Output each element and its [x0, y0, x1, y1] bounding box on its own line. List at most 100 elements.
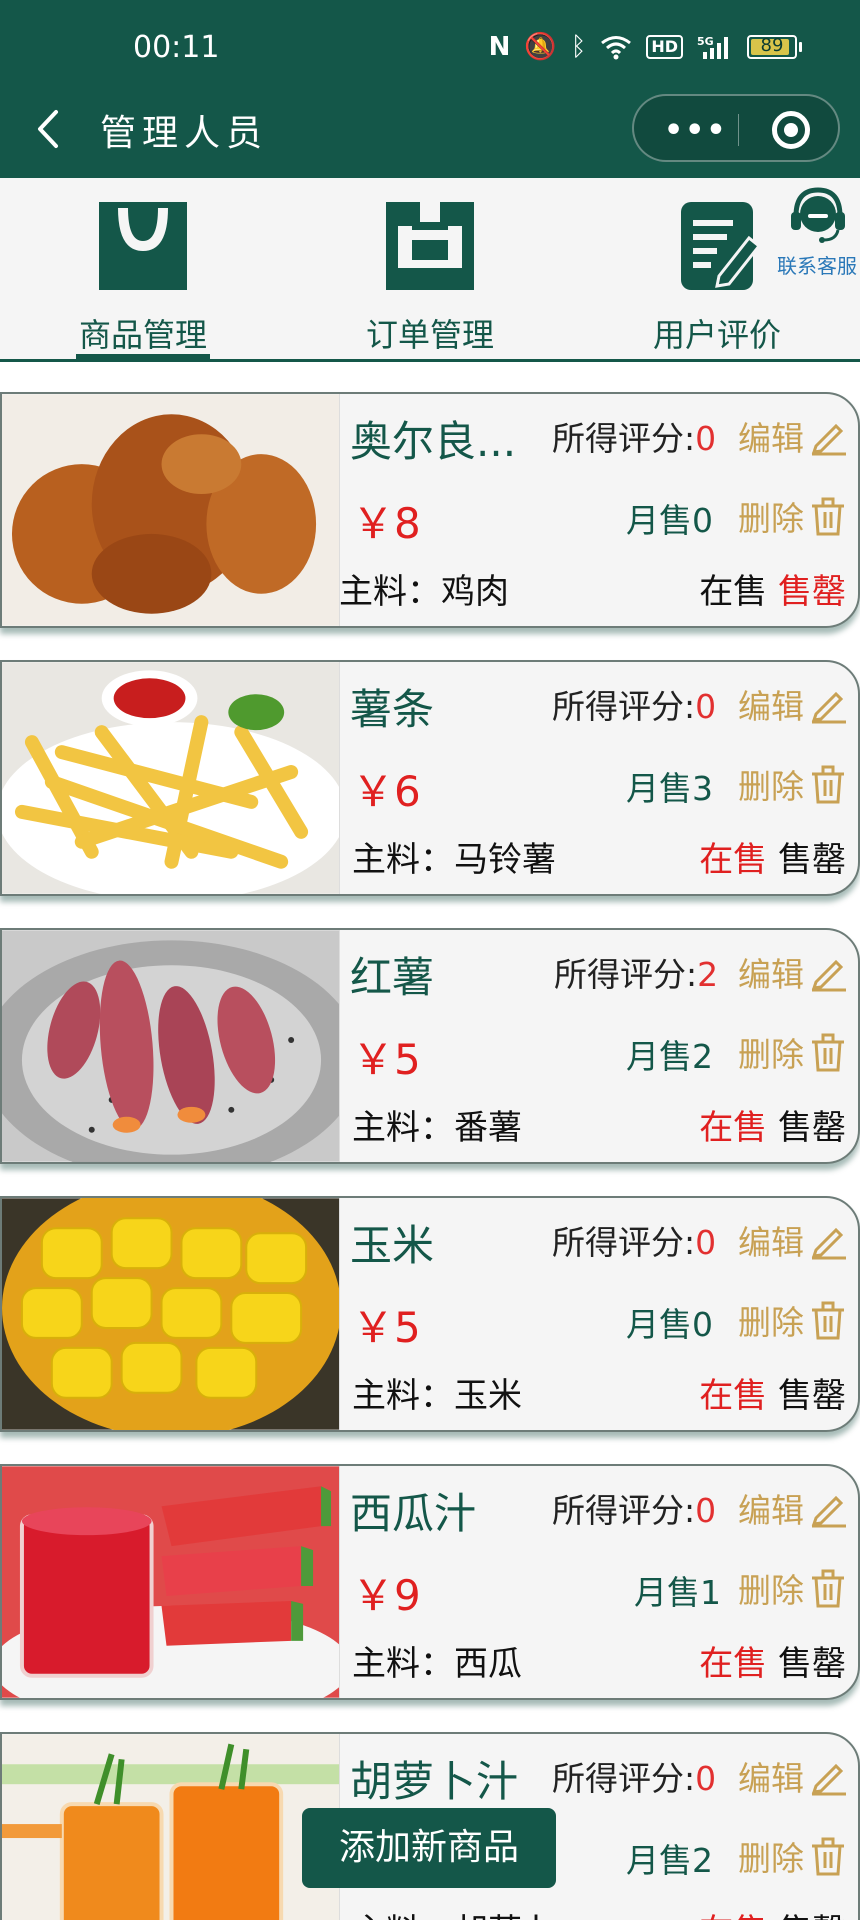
tab-order-management[interactable]: 订单管理: [330, 198, 530, 358]
product-price: ￥5: [352, 1303, 421, 1352]
on-sale-toggle[interactable]: 在售: [699, 1108, 767, 1148]
on-sale-toggle[interactable]: 在售: [699, 1912, 767, 1920]
tab-label: 商品管理: [78, 316, 207, 354]
wifi-icon: [601, 36, 632, 60]
product-image-watermelon-juice: [2, 1466, 340, 1698]
score-value: 0: [695, 1223, 717, 1262]
add-product-button[interactable]: 添加新商品: [302, 1808, 556, 1888]
pencil-icon: [811, 1763, 846, 1796]
product-image-fried-chicken: [2, 394, 340, 626]
hd-badge: HD: [646, 35, 683, 59]
sale-status: 在售 售罄: [699, 564, 846, 613]
product-name: 玉米: [350, 1221, 435, 1270]
delete-button[interactable]: 删除: [738, 492, 848, 540]
sold-out-toggle[interactable]: 售罄: [778, 1644, 846, 1684]
battery-level: 89: [760, 35, 784, 56]
score-label: 所得评分:0: [552, 419, 717, 458]
product-card: 玉米 所得评分:0 编辑 ￥5 月售0 删除 主料：玉米 在售 售罄: [0, 1196, 860, 1432]
sold-out-toggle[interactable]: 售罄: [778, 572, 846, 612]
edit-button[interactable]: 编辑: [738, 1484, 848, 1532]
edit-button[interactable]: 编辑: [738, 412, 848, 460]
score-label: 所得评分:2: [554, 955, 719, 994]
monthly-sales: 月售2: [626, 1841, 713, 1880]
back-arrow-icon[interactable]: [28, 104, 68, 154]
pencil-icon: [811, 1495, 846, 1528]
product-image-sweet-potato: [2, 930, 340, 1162]
delete-button[interactable]: 删除: [738, 1028, 848, 1076]
nfc-icon: N: [488, 32, 511, 62]
mute-icon: 🔕: [524, 32, 557, 62]
product-name: 奥尔良...: [350, 417, 517, 466]
on-sale-toggle[interactable]: 在售: [699, 572, 767, 612]
sale-status: 在售 售罄: [699, 1636, 846, 1685]
trash-icon: [812, 1837, 844, 1876]
monthly-sales: 月售2: [626, 1037, 713, 1076]
score-label: 所得评分:0: [552, 1223, 717, 1262]
monthly-sales: 月售3: [626, 769, 713, 808]
delete-button[interactable]: 删除: [738, 1832, 848, 1880]
delete-button[interactable]: 删除: [738, 1564, 848, 1612]
edit-button[interactable]: 编辑: [738, 680, 848, 728]
order-list-icon: [386, 202, 474, 290]
sold-out-toggle[interactable]: 售罄: [778, 840, 846, 880]
main-ingredient: 主料：马铃薯: [352, 840, 556, 880]
main-ingredient: 主料：胡萝卜: [352, 1904, 556, 1920]
review-edit-icon: [681, 202, 762, 290]
score-value: 0: [695, 419, 717, 458]
score-label: 所得评分:0: [552, 687, 717, 726]
sold-out-toggle[interactable]: 售罄: [778, 1912, 846, 1920]
pencil-icon: [811, 1227, 846, 1260]
sale-status: 在售 售罄: [699, 1904, 846, 1920]
sold-out-toggle[interactable]: 售罄: [778, 1108, 846, 1148]
contact-support[interactable]: 联系客服: [772, 182, 860, 282]
tab-product-management[interactable]: 商品管理: [43, 198, 243, 358]
more-options-icon[interactable]: •••: [664, 113, 728, 148]
sale-status: 在售 售罄: [699, 1368, 846, 1417]
trash-icon: [812, 497, 844, 536]
product-name: 红薯: [350, 953, 435, 1002]
product-image-corn: [2, 1198, 340, 1430]
edit-button[interactable]: 编辑: [738, 1752, 848, 1800]
trash-icon: [812, 1033, 844, 1072]
monthly-sales: 月售0: [626, 1305, 713, 1344]
trash-icon: [812, 765, 844, 804]
product-name: 西瓜汁: [350, 1489, 477, 1538]
edit-button[interactable]: 编辑: [738, 1216, 848, 1264]
shopping-bag-icon: [99, 202, 187, 290]
on-sale-toggle[interactable]: 在售: [699, 1376, 767, 1416]
product-card: 薯条 所得评分:0 编辑 ￥6 月售3 删除 主料：马铃薯 在售 售罄: [0, 660, 860, 896]
page: 00:11 N 🔕 ᛒ HD 5G 89 管理人员 ••• 商品管理 订单管理 …: [0, 0, 860, 1920]
main-ingredient: 主料：玉米: [352, 1376, 522, 1416]
pencil-icon: [811, 423, 846, 456]
bluetooth-icon: ᛒ: [570, 32, 587, 62]
main-ingredient: 主料：西瓜: [352, 1644, 522, 1684]
battery-icon: 89: [747, 35, 802, 59]
delete-button[interactable]: 删除: [738, 1296, 848, 1344]
product-image-carrot-juice: [2, 1734, 340, 1920]
product-price: ￥5: [352, 1035, 421, 1084]
delete-button[interactable]: 删除: [738, 760, 848, 808]
product-image-french-fries: [2, 662, 340, 894]
signal-icon: 5G: [697, 35, 728, 59]
miniprogram-capsule: •••: [632, 94, 840, 162]
sold-out-toggle[interactable]: 售罄: [778, 1376, 846, 1416]
product-price: ￥9: [352, 1571, 421, 1620]
pencil-icon: [811, 959, 846, 992]
score-label: 所得评分:0: [552, 1759, 717, 1798]
pencil-icon: [811, 691, 846, 724]
tab-bar: 商品管理 订单管理 用户评价: [0, 178, 860, 362]
score-value: 0: [695, 1491, 717, 1530]
close-miniprogram-icon[interactable]: [772, 111, 810, 149]
product-card: 西瓜汁 所得评分:0 编辑 ￥9 月售1 删除 主料：西瓜 在售 售罄: [0, 1464, 860, 1700]
edit-button[interactable]: 编辑: [738, 948, 848, 996]
trash-icon: [812, 1569, 844, 1608]
on-sale-toggle[interactable]: 在售: [699, 840, 767, 880]
on-sale-toggle[interactable]: 在售: [699, 1644, 767, 1684]
product-price: ￥6: [352, 767, 421, 816]
status-time: 00:11: [133, 30, 220, 65]
sale-status: 在售 售罄: [699, 1100, 846, 1149]
product-card: 红薯 所得评分:2 编辑 ￥5 月售2 删除 主料：番薯 在售 售罄: [0, 928, 860, 1164]
tab-label: 订单管理: [365, 316, 494, 354]
product-name: 薯条: [350, 685, 435, 734]
header-bar: 00:11 N 🔕 ᛒ HD 5G 89 管理人员 •••: [0, 0, 860, 178]
